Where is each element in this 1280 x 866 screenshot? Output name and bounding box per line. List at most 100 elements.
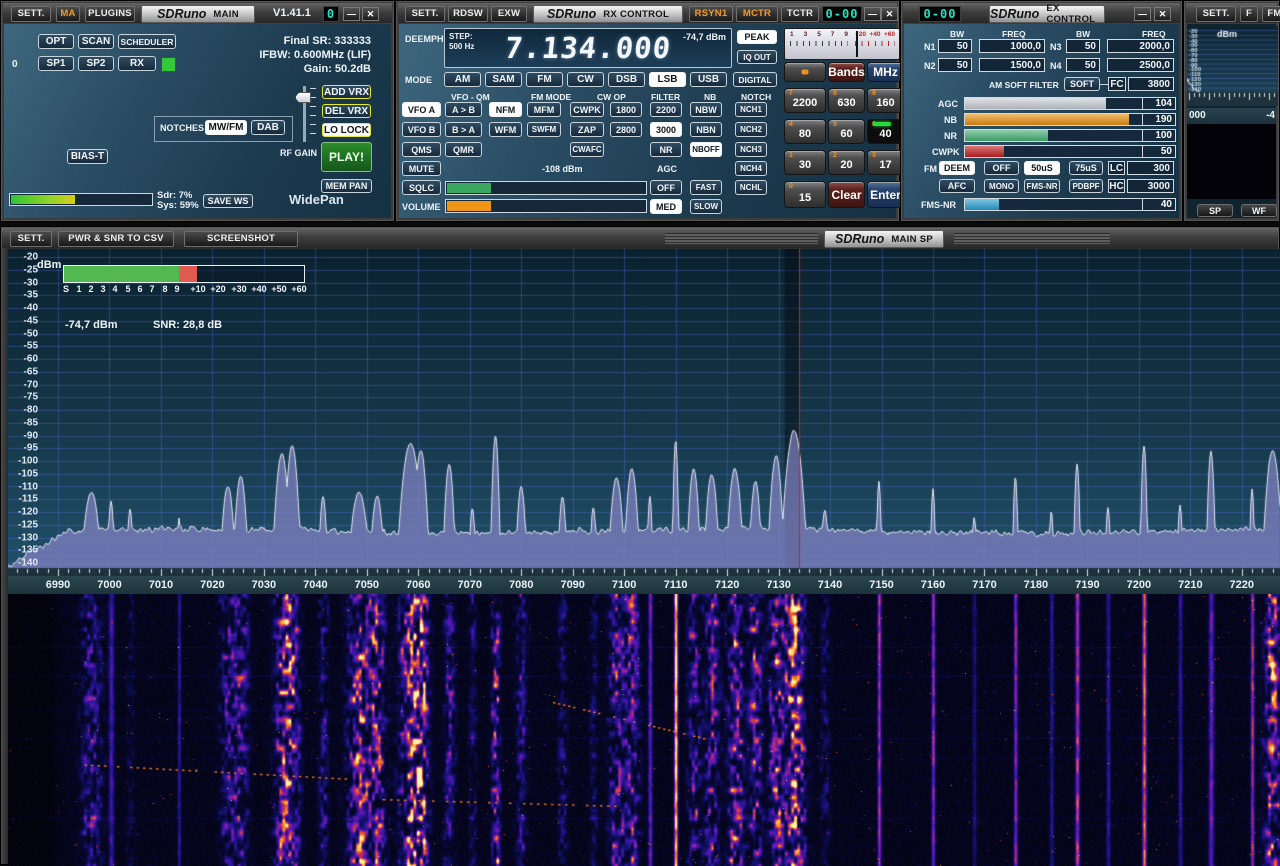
sp-screenshot-button[interactable]: SCREENSHOT [184,231,298,247]
exw-button[interactable]: EXW [491,6,527,22]
nch4-button[interactable]: NCH4 [735,161,767,176]
agc-off-button[interactable]: OFF [650,180,682,195]
us50-button[interactable]: 50uS [1024,161,1060,175]
main-close-button[interactable]: ✕ [362,7,379,21]
keypad-6-button-active[interactable]: 640 [867,119,904,144]
rf-gain-slider-handle[interactable] [295,92,311,103]
mode-lsb-button[interactable]: LSB [649,72,686,87]
frequency-display[interactable]: STEP: 500 Hz 7.134.000 -74,7 dBm [444,28,732,68]
qms-button[interactable]: QMS [402,142,441,157]
del-vrx-button[interactable]: DEL VRX [322,104,371,118]
hc-value-field[interactable]: 3000 [1127,179,1174,193]
sp1-button[interactable]: SP1 [38,56,74,71]
keypad-8-button[interactable]: 8630 [828,88,865,113]
sp-sett-button[interactable]: SETT. [10,231,52,247]
ex-close-button[interactable]: ✕ [1154,7,1171,21]
lo-lock-button[interactable]: LO LOCK [322,123,371,137]
keypad-dot-button[interactable] [784,62,826,82]
mode-usb-button[interactable]: USB [690,72,727,87]
cwafc-button[interactable]: CWAFC [570,142,604,157]
n1-bw-field[interactable]: 50 [938,39,972,53]
peak-button[interactable]: PEAK [737,30,777,44]
keypad-5-button[interactable]: 560 [828,119,865,144]
fc-value-field[interactable]: 3800 [1128,77,1174,91]
sp2-button[interactable]: SP2 [78,56,114,71]
tctr-button[interactable]: TCTR [781,6,819,22]
keypad-4-button[interactable]: 480 [784,119,826,144]
keypad-mhz-button[interactable]: MHz [867,62,904,82]
nr-slider[interactable]: 100 [964,129,1176,142]
keypad-enter-button[interactable]: Enter [867,181,904,208]
swfm-button[interactable]: SWFM [527,122,561,137]
nboff-button[interactable]: NBOFF [690,142,722,157]
keypad-2-button[interactable]: 220 [828,150,865,175]
vfo-b-button[interactable]: VFO B [402,122,441,137]
nr-button[interactable]: NR [650,142,682,157]
filter-3000-button[interactable]: 3000 [650,122,682,137]
nch3-button[interactable]: NCH3 [735,142,767,157]
mode-digital-button[interactable]: DIGITAL [733,72,777,87]
qmr-button[interactable]: QMR [445,142,482,157]
volume-bar[interactable] [445,199,647,213]
aux-sett-button[interactable]: SETT. [1196,6,1236,22]
squelch-bar[interactable] [445,181,647,195]
n4-freq-field[interactable]: 2500,0 [1107,58,1174,72]
mode-fm-button[interactable]: FM [526,72,563,87]
scan-button[interactable]: SCAN [78,34,114,49]
deem-button[interactable]: DEEM [939,161,975,175]
sp-csv-button[interactable]: PWR & SNR TO CSV [58,231,174,247]
n3-bw-field[interactable]: 50 [1066,39,1100,53]
spectrum-canvas[interactable] [8,249,1280,576]
agc-med-button[interactable]: MED [650,199,682,214]
filter-2200-button[interactable]: 2200 [650,102,682,117]
mono-button[interactable]: MONO [984,179,1019,193]
nb-slider[interactable]: 190 [964,113,1176,126]
rx-button[interactable]: RX [118,56,156,71]
nch2-button[interactable]: NCH2 [735,122,767,137]
mode-dsb-button[interactable]: DSB [608,72,645,87]
aux-wf-button[interactable]: WF [1241,204,1277,217]
rdsw-button[interactable]: RDSW [448,6,488,22]
sqlc-button[interactable]: SQLC [402,180,441,195]
scheduler-button[interactable]: SCHEDULER [118,34,176,49]
fm-off-button[interactable]: OFF [984,161,1019,175]
keypad-9-button[interactable]: 9160 [867,88,904,113]
keypad-3-button[interactable]: 317 [867,150,904,175]
main-sett-button[interactable]: SETT. [11,6,51,22]
vfo-a-button[interactable]: VFO A [402,102,441,117]
dab-notch-button[interactable]: DAB [251,120,285,135]
main-plugins-button[interactable]: PLUGINS [85,6,135,22]
nbn-button[interactable]: NBN [690,122,722,137]
mctr-button[interactable]: MCTR [736,6,778,22]
pdbpf-button[interactable]: PDBPF [1069,179,1103,193]
rsyn1-button[interactable]: RSYN1 [689,6,733,22]
opt-button[interactable]: OPT [38,34,74,49]
ex-minimize-button[interactable]: — [1134,7,1151,21]
mode-am-button[interactable]: AM [444,72,481,87]
keypad-1-button[interactable]: 130 [784,150,826,175]
keypad-7-button[interactable]: 72200 [784,88,826,113]
wfm-button[interactable]: WFM [489,122,522,137]
rx-close-button[interactable]: ✕ [881,7,898,21]
mode-cw-button[interactable]: CW [567,72,604,87]
agc-slider[interactable]: 104 [964,97,1176,110]
fms-nr-button[interactable]: FMS-NR [1024,179,1060,193]
afc-button[interactable]: AFC [939,179,975,193]
nbw-button[interactable]: NBW [690,102,722,117]
add-vrx-button[interactable]: ADD VRX [322,85,371,99]
aux-spectrum-canvas[interactable] [1187,26,1278,106]
iq-out-button[interactable]: IQ OUT [737,50,777,64]
cwpk-button[interactable]: CWPK [570,102,604,117]
mwfm-notch-button[interactable]: MW/FM [205,120,247,135]
frequency-digits[interactable]: 7.134.000 [503,31,673,65]
sp-title-plate[interactable]: SDRuno MAIN SP [824,230,944,248]
agc-fast-button[interactable]: FAST [690,180,722,195]
mem-pan-button[interactable]: MEM PAN [321,179,372,193]
soft-button[interactable]: SOFT [1064,77,1100,91]
filter-1800-button[interactable]: 1800 [610,102,642,117]
cwpk-slider[interactable]: 50 [964,145,1176,158]
mute-button[interactable]: MUTE [402,161,441,176]
aux-f-button[interactable]: F [1240,6,1258,22]
nfm-button[interactable]: NFM [489,102,522,117]
rx-title-plate[interactable]: SDRuno RX CONTROL [533,5,683,23]
